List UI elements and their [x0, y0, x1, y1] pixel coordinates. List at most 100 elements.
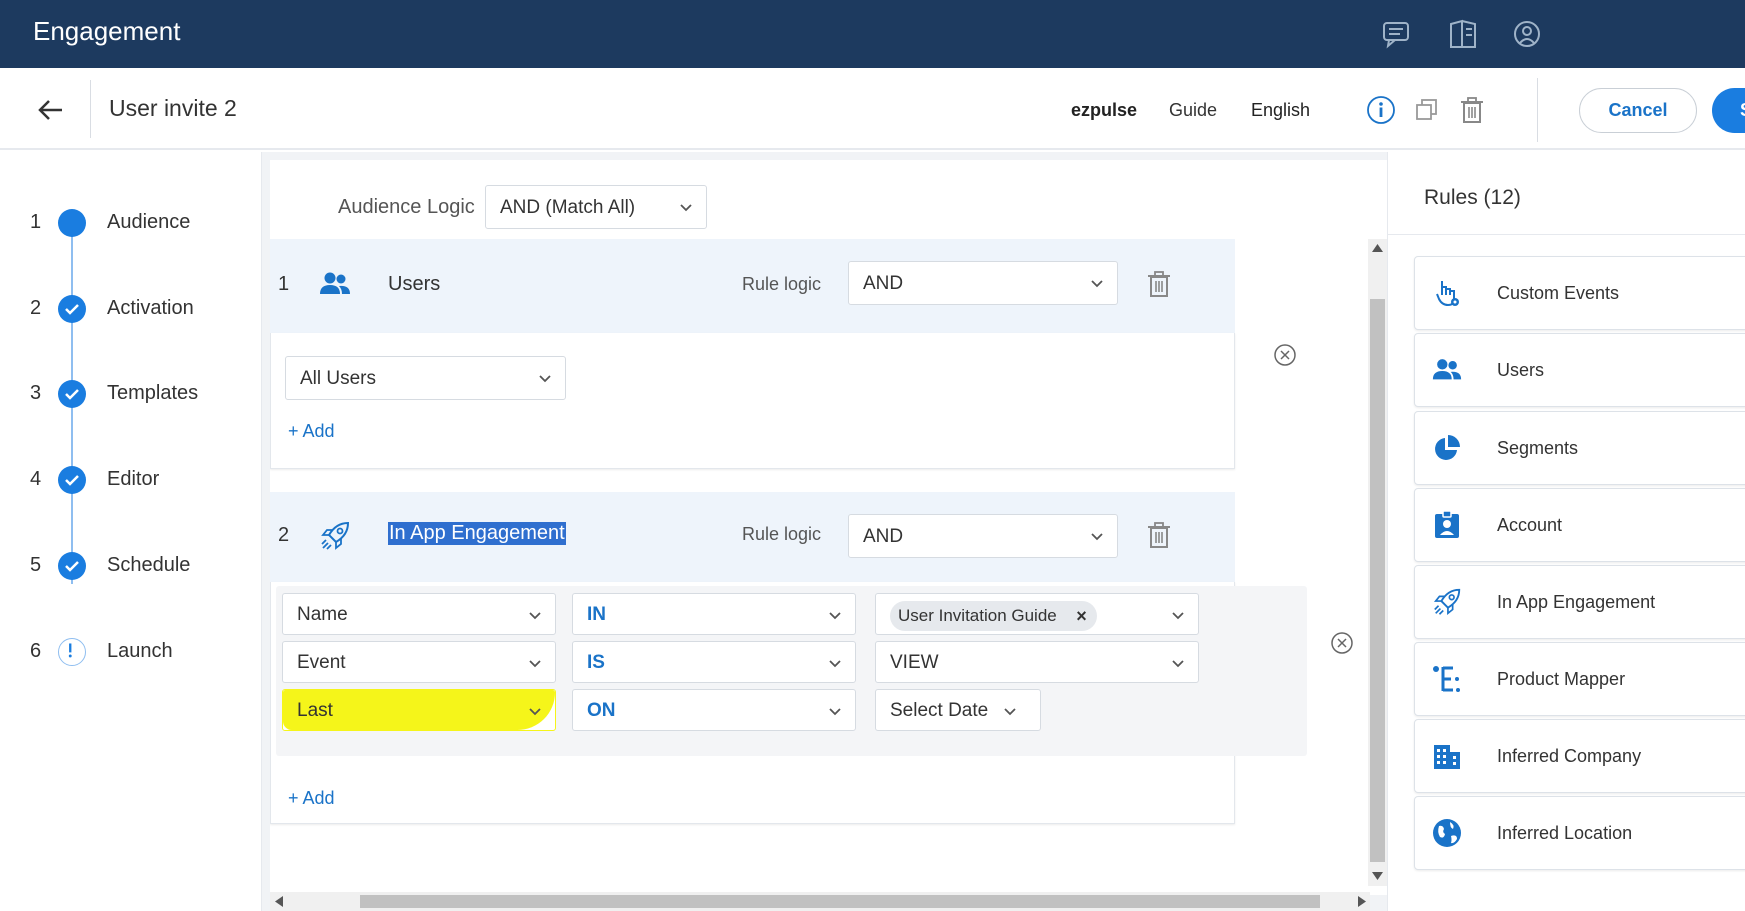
operator-select[interactable]: ON — [572, 689, 856, 731]
remove-condition-icon[interactable] — [1273, 343, 1297, 367]
rule-option-label: Account — [1497, 515, 1563, 535]
badge-icon — [1435, 510, 1459, 538]
value-multiselect[interactable]: User Invitation Guide × — [875, 593, 1199, 635]
save-button[interactable]: S — [1712, 88, 1745, 133]
cancel-button[interactable]: Cancel — [1579, 88, 1697, 133]
pie-chart-icon — [1435, 435, 1460, 460]
rule-header: 1 Users Rule logic AND — [270, 239, 1235, 333]
rules-panel-title: Rules (12) — [1424, 186, 1521, 209]
field-select[interactable]: Event — [282, 641, 556, 683]
rule-option-inferred-company[interactable]: Inferred Company — [1414, 719, 1745, 793]
scroll-right-icon[interactable] — [1358, 896, 1366, 907]
rule-logic-label: Rule logic — [742, 524, 822, 544]
chevron-down-icon — [829, 660, 841, 668]
rocket-icon — [321, 521, 350, 550]
rule-option-segments[interactable]: Segments — [1414, 411, 1745, 485]
vertical-scrollbar[interactable] — [1368, 239, 1387, 886]
step-label: Schedule — [107, 554, 191, 576]
delete-rule-icon[interactable] — [1146, 521, 1172, 549]
book-icon[interactable] — [1446, 17, 1480, 51]
rule-logic-select[interactable]: AND — [848, 514, 1118, 558]
step-label: Templates — [107, 382, 199, 404]
step-templates[interactable]: 3 Templates — [0, 374, 262, 414]
step-number: 6 — [30, 640, 42, 662]
users-filter-select[interactable]: All Users — [285, 356, 566, 400]
scroll-left-icon[interactable] — [275, 896, 283, 907]
chevron-down-icon — [829, 612, 841, 620]
condition-group: Name IN User Invitation Guide × Event IS … — [276, 586, 1307, 756]
step-editor[interactable]: 4 Editor — [0, 460, 262, 500]
scroll-down-icon[interactable] — [1372, 872, 1383, 880]
mapper-icon — [1433, 666, 1460, 692]
step-schedule[interactable]: 5 Schedule — [0, 546, 262, 586]
step-number: 3 — [30, 382, 42, 404]
selected-value: AND (Match All) — [500, 197, 636, 218]
field-select[interactable]: Last — [282, 689, 556, 731]
rule-number: 2 — [278, 524, 290, 546]
check-icon — [58, 295, 86, 323]
rule-logic-label: Rule logic — [742, 274, 822, 294]
chevron-down-icon — [1172, 660, 1184, 668]
rule-option-label: In App Engagement — [1497, 592, 1656, 612]
current-step-dot — [58, 209, 86, 237]
chevron-down-icon — [1172, 612, 1184, 620]
app-title: Engagement — [33, 16, 181, 46]
globe-icon — [1433, 819, 1461, 847]
step-launch[interactable]: 6 Launch — [0, 632, 262, 672]
selected-value: Name — [297, 604, 348, 625]
selected-value: Last — [297, 700, 333, 721]
rule-logic-select[interactable]: AND — [848, 261, 1118, 305]
duplicate-icon[interactable] — [1412, 95, 1442, 125]
divider — [90, 80, 91, 138]
step-number: 2 — [30, 297, 42, 319]
date-picker[interactable]: Select Date — [875, 689, 1041, 731]
selected-value: VIEW — [890, 652, 939, 673]
rule-option-label: Segments — [1497, 438, 1579, 458]
field-select[interactable]: Name — [282, 593, 556, 635]
rule-option-account[interactable]: Account — [1414, 488, 1745, 562]
operator-select[interactable]: IS — [572, 641, 856, 683]
language: English — [1251, 100, 1311, 120]
chat-icon[interactable] — [1380, 17, 1414, 51]
rule-option-custom-events[interactable]: Custom Events — [1414, 256, 1745, 330]
step-activation[interactable]: 2 Activation — [0, 289, 262, 329]
rule-option-inferred-location[interactable]: Inferred Location — [1414, 796, 1745, 870]
delete-icon[interactable] — [1457, 95, 1487, 125]
audience-logic-label: Audience Logic — [338, 196, 475, 218]
delete-rule-icon[interactable] — [1146, 270, 1172, 298]
value-select[interactable]: VIEW — [875, 641, 1199, 683]
rule-option-users[interactable]: Users — [1414, 333, 1745, 407]
rule-option-label: Product Mapper — [1497, 669, 1626, 689]
step-number: 1 — [30, 211, 42, 233]
step-audience[interactable]: 1 Audience — [0, 203, 262, 243]
selected-value: Event — [297, 652, 346, 673]
info-icon[interactable] — [1366, 95, 1396, 125]
chip-remove-icon[interactable]: × — [1076, 601, 1087, 631]
chevron-down-icon — [680, 204, 692, 212]
remove-condition-icon[interactable] — [1330, 631, 1354, 655]
horizontal-scrollbar[interactable] — [270, 892, 1370, 911]
steps-sidebar: 1 Audience 2 Activation 3 Templates 4 Ed… — [0, 152, 262, 911]
rule-option-product-mapper[interactable]: Product Mapper — [1414, 642, 1745, 716]
rule-header: 2 In App Engagement Rule logic AND — [270, 492, 1235, 582]
add-condition-link[interactable]: + Add — [288, 788, 335, 809]
divider — [1537, 78, 1538, 142]
rule-option-label: Inferred Location — [1497, 823, 1633, 843]
builder-canvas: Audience Logic AND (Match All) 1 Users R… — [270, 160, 1387, 895]
scrollbar-thumb[interactable] — [1370, 299, 1385, 862]
audience-builder: Audience Logic AND (Match All) 1 Users R… — [262, 152, 1387, 911]
rule-option-label: Custom Events — [1497, 283, 1620, 303]
back-arrow-icon[interactable] — [36, 95, 66, 125]
operator-select[interactable]: IN — [572, 593, 856, 635]
add-condition-link[interactable]: + Add — [288, 421, 335, 442]
scroll-up-icon[interactable] — [1372, 244, 1383, 252]
rule-option-in-app-engagement[interactable]: In App Engagement — [1414, 565, 1745, 639]
audience-logic-select[interactable]: AND (Match All) — [485, 185, 707, 229]
chevron-down-icon — [529, 708, 541, 716]
touch-gear-icon — [1436, 281, 1459, 307]
selected-value: IS — [587, 652, 605, 673]
support-icon[interactable] — [1510, 17, 1544, 51]
scrollbar-thumb[interactable] — [360, 895, 1320, 908]
step-number: 5 — [30, 554, 42, 576]
chevron-down-icon — [539, 375, 551, 383]
